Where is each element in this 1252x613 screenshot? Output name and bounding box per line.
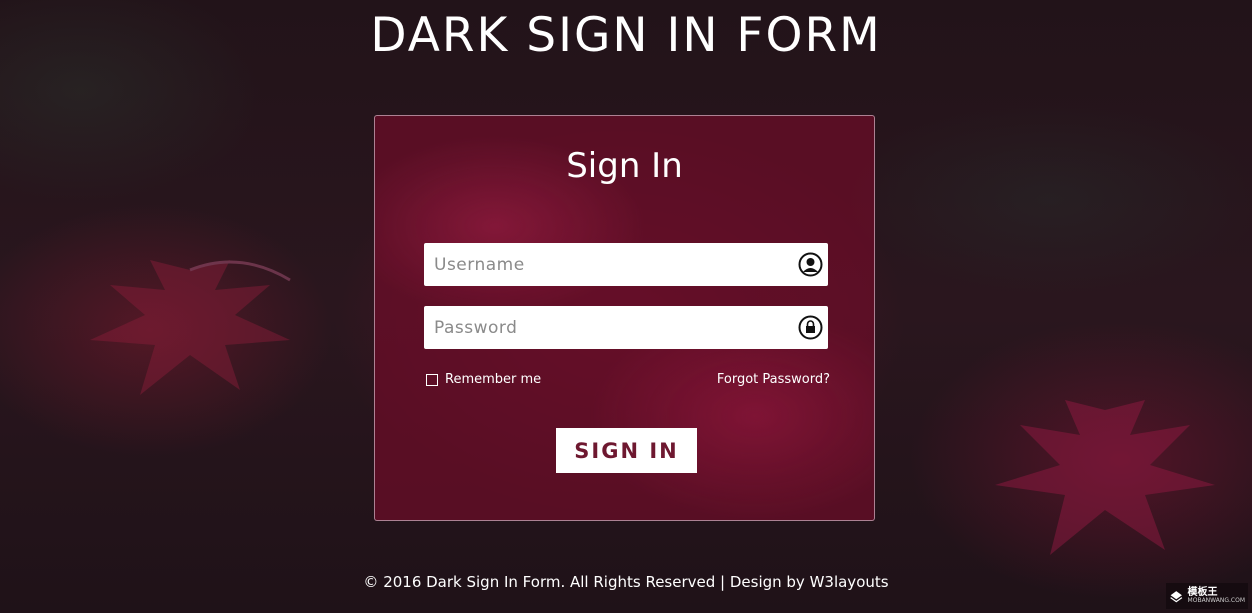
password-field-wrapper [424,306,828,349]
password-input[interactable] [424,306,784,349]
leaf-decoration-right [995,400,1215,555]
forgot-password-link[interactable]: Forgot Password? [717,372,830,387]
page-title: DARK SIGN IN FORM [370,8,882,63]
leaf-decoration-left [90,260,291,395]
watermark-logo: 模板王 MOBANWANG.COM [1166,583,1248,609]
footer-copyright: © 2016 Dark Sign In Form. All Rights Res… [363,573,889,591]
remember-me-checkbox[interactable]: Remember me [426,372,541,387]
watermark-icon [1170,591,1183,603]
checkbox-box[interactable] [426,373,438,386]
username-input[interactable] [424,243,784,286]
remember-me-label: Remember me [445,372,542,387]
user-icon [798,252,823,277]
sign-in-button[interactable]: SIGN IN [556,428,697,473]
username-field-wrapper [424,243,828,286]
card-title: Sign In [566,146,683,186]
watermark-site: MOBANWANG.COM [1187,597,1245,604]
lock-icon [798,315,823,340]
sign-in-card: Sign In Remember me Forgot Password? SIG… [374,115,875,521]
